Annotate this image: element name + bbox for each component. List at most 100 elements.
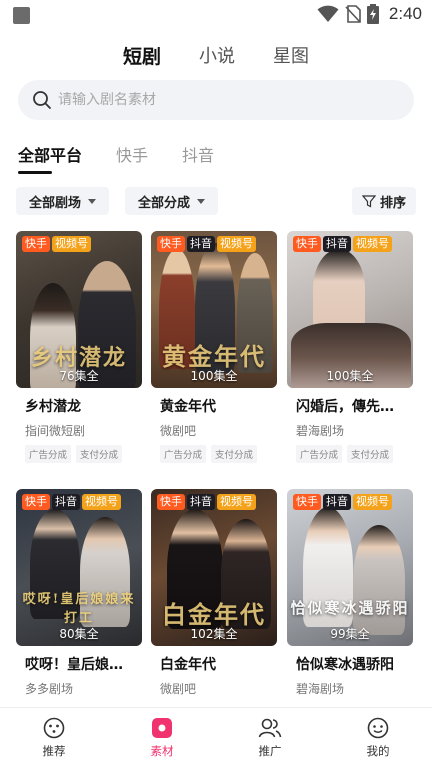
sort-label: 排序 — [379, 195, 406, 211]
platform-tags: 快手 抖音 视频号 — [293, 236, 392, 252]
platform-tags: 快手 抖音 视频号 — [293, 494, 392, 510]
bottom-nav: 推荐 素材 推广 我的 — [0, 707, 432, 768]
drama-title: 乡村潜龙 — [25, 399, 81, 415]
chip-pay-share: 支付分成 — [76, 445, 123, 463]
nav-recommend[interactable]: 推荐 — [0, 708, 108, 768]
tab-all-platforms[interactable]: 全部平台 — [18, 142, 82, 174]
nav-label: 素材 — [150, 744, 174, 758]
drama-studio: 碧海剧场 — [296, 682, 345, 696]
nav-label: 我的 — [366, 744, 390, 758]
share-filter-label: 全部分成 — [138, 195, 191, 211]
chip-pay-share: 支付分成 — [211, 445, 258, 463]
drama-card[interactable]: 白金年代 快手 抖音 视频号 102集全 白金年代 微剧吧 — [151, 489, 277, 697]
filter-icon — [361, 195, 376, 208]
kuaishou-tag: 快手 — [293, 236, 321, 252]
drama-poster[interactable]: 白金年代 快手 抖音 视频号 102集全 — [151, 489, 277, 646]
episode-count: 76集全 — [59, 369, 99, 383]
shipinhao-tag: 视频号 — [82, 494, 121, 510]
theater-filter-label: 全部剧场 — [29, 195, 82, 211]
tab-xiaoshuo[interactable]: 小说 — [199, 40, 235, 71]
drama-studio: 微剧吧 — [160, 424, 197, 438]
shipinhao-tag: 视频号 — [353, 494, 392, 510]
episode-count: 100集全 — [326, 369, 374, 383]
tab-duanju[interactable]: 短剧 — [123, 40, 161, 71]
poster-title: 哎呀!皇后娘娘来打工 — [22, 592, 136, 626]
drama-poster[interactable]: 快手 抖音 视频号 100集全 — [287, 231, 413, 388]
status-bar: 2:40 — [0, 0, 432, 30]
episode-count: 80集全 — [59, 627, 99, 641]
share-filter-button[interactable]: 全部分成 — [125, 187, 219, 215]
platform-tags: 快手 视频号 — [22, 236, 91, 252]
share-chips: 广告分成 支付分成 — [151, 445, 277, 463]
share-chips: 广告分成 支付分成 — [16, 445, 142, 463]
drama-poster[interactable]: 恰似寒冰遇骄阳 快手 抖音 视频号 99集全 — [287, 489, 413, 646]
douyin-tag: 抖音 — [323, 236, 351, 252]
notification-icon — [13, 7, 30, 24]
drama-poster[interactable]: 乡村潜龙 快手 视频号 76集全 — [16, 231, 142, 388]
episode-count: 100集全 — [190, 369, 238, 383]
no-sim-icon — [345, 5, 361, 23]
platform-tags: 快手 抖音 视频号 — [22, 494, 121, 510]
platform-tags: 快手 抖音 视频号 — [157, 236, 256, 252]
caret-down-icon — [197, 198, 206, 204]
compass-icon — [43, 717, 65, 739]
search-input[interactable] — [58, 92, 378, 108]
caret-down-icon — [88, 198, 97, 204]
nav-label: 推荐 — [42, 744, 66, 758]
drama-card[interactable]: 哎呀!皇后娘娘来打工 快手 抖音 视频号 80集全 哎呀！皇后娘… 多多剧场 — [16, 489, 142, 697]
drama-title: 闪婚后，傳先… — [296, 399, 394, 415]
platform-tags: 快手 抖音 视频号 — [157, 494, 256, 510]
douyin-tag: 抖音 — [323, 494, 351, 510]
nav-label: 推广 — [258, 744, 282, 758]
kuaishou-tag: 快手 — [22, 236, 50, 252]
drama-card[interactable]: 恰似寒冰遇骄阳 快手 抖音 视频号 99集全 恰似寒冰遇骄阳 碧海剧场 — [287, 489, 413, 697]
drama-title: 白金年代 — [160, 657, 216, 673]
nav-promote[interactable]: 推广 — [216, 708, 324, 768]
drama-studio: 多多剧场 — [25, 682, 74, 696]
shipinhao-tag: 视频号 — [52, 236, 91, 252]
kuaishou-tag: 快手 — [293, 494, 321, 510]
shipinhao-tag: 视频号 — [353, 236, 392, 252]
sort-button[interactable]: 排序 — [351, 187, 416, 215]
share-chips: 广告分成 支付分成 — [287, 445, 413, 463]
drama-card[interactable]: 快手 抖音 视频号 100集全 闪婚后，傳先… 碧海剧场 广告分成 支付分成 — [287, 231, 413, 463]
battery-icon — [366, 4, 379, 24]
search-bar[interactable] — [18, 80, 414, 120]
drama-poster[interactable]: 哎呀!皇后娘娘来打工 快手 抖音 视频号 80集全 — [16, 489, 142, 646]
kuaishou-tag: 快手 — [157, 236, 185, 252]
tab-douyin[interactable]: 抖音 — [182, 142, 214, 174]
drama-poster[interactable]: 黄金年代 快手 抖音 视频号 100集全 — [151, 231, 277, 388]
theater-filter-button[interactable]: 全部剧场 — [16, 187, 110, 215]
drama-studio: 微剧吧 — [160, 682, 197, 696]
episode-count: 102集全 — [190, 627, 238, 641]
douyin-tag: 抖音 — [187, 236, 215, 252]
search-icon — [33, 91, 51, 109]
chip-pay-share: 支付分成 — [347, 445, 394, 463]
drama-card[interactable]: 乡村潜龙 快手 视频号 76集全 乡村潜龙 指间微短剧 广告分成 支付分成 — [16, 231, 142, 463]
tab-kuaishou[interactable]: 快手 — [116, 142, 148, 174]
drama-title: 黄金年代 — [160, 399, 216, 415]
episode-count: 99集全 — [330, 627, 370, 641]
chip-ad-share: 广告分成 — [25, 445, 72, 463]
face-icon — [367, 717, 389, 739]
nav-mine[interactable]: 我的 — [324, 708, 432, 768]
douyin-tag: 抖音 — [187, 494, 215, 510]
users-icon — [258, 718, 282, 738]
drama-card[interactable]: 黄金年代 快手 抖音 视频号 100集全 黄金年代 微剧吧 广告分成 支付分成 — [151, 231, 277, 463]
poster-title: 恰似寒冰遇骄阳 — [290, 599, 410, 617]
status-time: 2:40 — [388, 4, 422, 23]
shipinhao-tag: 视频号 — [217, 494, 256, 510]
shipinhao-tag: 视频号 — [217, 236, 256, 252]
tab-xingtu[interactable]: 星图 — [273, 40, 309, 71]
kuaishou-tag: 快手 — [157, 494, 185, 510]
drama-studio: 指间微短剧 — [25, 424, 86, 438]
douyin-tag: 抖音 — [52, 494, 80, 510]
drama-title: 恰似寒冰遇骄阳 — [296, 657, 394, 673]
platform-tabs: 全部平台 快手 抖音 — [18, 142, 214, 174]
wifi-icon — [317, 5, 339, 22]
drama-studio: 碧海剧场 — [296, 424, 345, 438]
nav-material[interactable]: 素材 — [108, 708, 216, 768]
status-icons: 2:40 — [317, 4, 422, 24]
material-icon — [152, 718, 172, 738]
drama-title: 哎呀！皇后娘… — [25, 657, 123, 673]
